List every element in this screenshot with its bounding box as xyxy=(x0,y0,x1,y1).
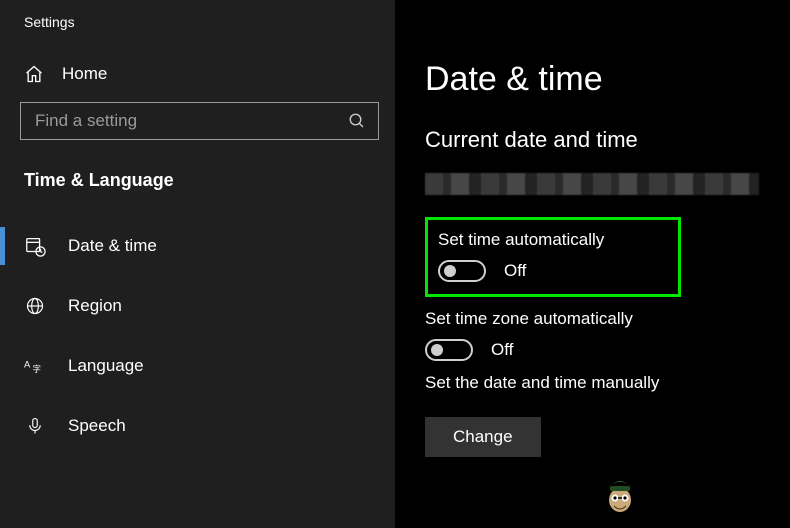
set-tz-auto-group: Set time zone automatically Off xyxy=(425,309,768,361)
set-time-auto-state: Off xyxy=(504,261,526,281)
sidebar: Settings Home Time & Language Date & xyxy=(0,0,395,528)
home-icon xyxy=(24,64,44,84)
home-label: Home xyxy=(62,64,107,84)
sidebar-item-label: Region xyxy=(68,296,122,316)
search-container xyxy=(0,102,395,140)
sidebar-item-label: Date & time xyxy=(68,236,157,256)
current-datetime-value xyxy=(425,173,759,195)
search-icon xyxy=(348,112,366,130)
sidebar-item-language[interactable]: A 字 Language xyxy=(0,341,395,391)
sidebar-item-speech[interactable]: Speech xyxy=(0,401,395,451)
set-time-auto-toggle[interactable] xyxy=(438,260,486,282)
sidebar-item-label: Speech xyxy=(68,416,126,436)
sidebar-item-date-time[interactable]: Date & time xyxy=(0,221,395,271)
highlight-annotation: Set time automatically Off xyxy=(425,217,681,297)
search-box[interactable] xyxy=(20,102,379,140)
set-time-auto-row: Off xyxy=(438,260,668,282)
set-tz-auto-state: Off xyxy=(491,340,513,360)
home-button[interactable]: Home xyxy=(0,38,395,102)
mascot-icon xyxy=(600,470,640,514)
change-button[interactable]: Change xyxy=(425,417,541,457)
svg-text:A: A xyxy=(24,360,31,370)
search-input[interactable] xyxy=(35,111,335,131)
window-title: Settings xyxy=(0,10,395,38)
mic-icon xyxy=(24,415,46,437)
set-tz-auto-label: Set time zone automatically xyxy=(425,309,768,329)
set-manual-label: Set the date and time manually xyxy=(425,373,768,393)
svg-text:字: 字 xyxy=(32,364,40,374)
section-current-title: Current date and time xyxy=(425,127,768,153)
calendar-clock-icon xyxy=(24,235,46,257)
category-title: Time & Language xyxy=(0,140,395,211)
set-tz-auto-row: Off xyxy=(425,339,768,361)
language-icon: A 字 xyxy=(24,355,46,377)
set-manual-group: Set the date and time manually Change xyxy=(425,373,768,457)
page-title: Date & time xyxy=(425,60,768,99)
sidebar-item-region[interactable]: Region xyxy=(0,281,395,331)
set-time-auto-label: Set time automatically xyxy=(438,230,668,250)
globe-icon xyxy=(24,295,46,317)
sidebar-item-label: Language xyxy=(68,356,144,376)
main-content: Date & time Current date and time Set ti… xyxy=(395,0,790,528)
set-tz-auto-toggle[interactable] xyxy=(425,339,473,361)
